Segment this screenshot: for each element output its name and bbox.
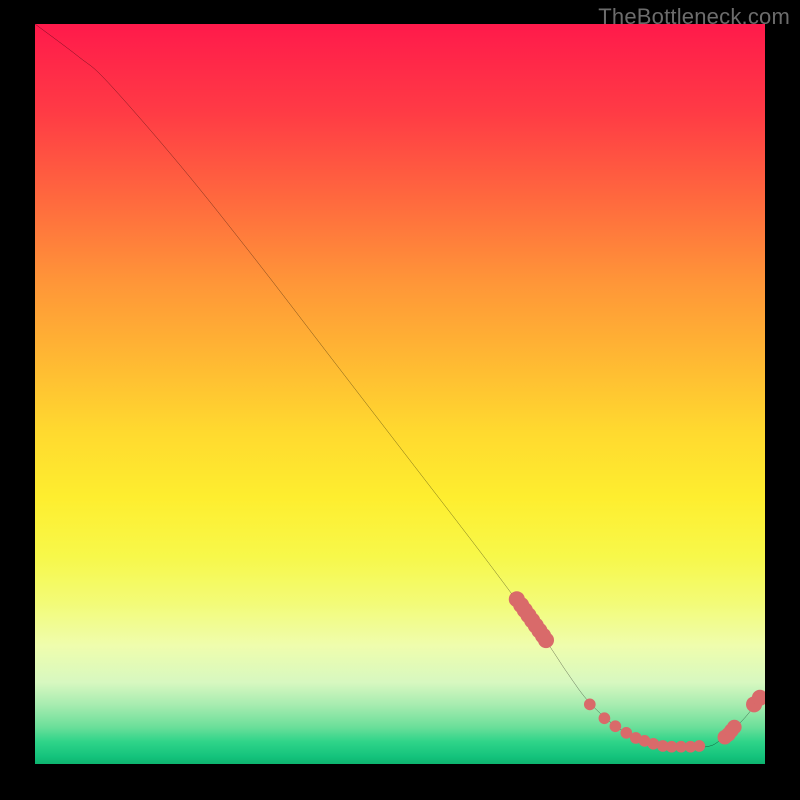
- curve-markers: [509, 591, 765, 752]
- chart-frame: TheBottleneck.com: [0, 0, 800, 800]
- data-marker: [584, 699, 596, 711]
- watermark-text: TheBottleneck.com: [598, 4, 790, 30]
- plot-area: [35, 24, 765, 764]
- data-marker: [693, 740, 705, 752]
- data-marker: [610, 720, 622, 732]
- bottleneck-curve: [35, 24, 765, 748]
- curve-svg: [35, 24, 765, 754]
- data-marker: [538, 632, 554, 648]
- data-marker: [727, 720, 742, 735]
- data-marker: [599, 712, 611, 724]
